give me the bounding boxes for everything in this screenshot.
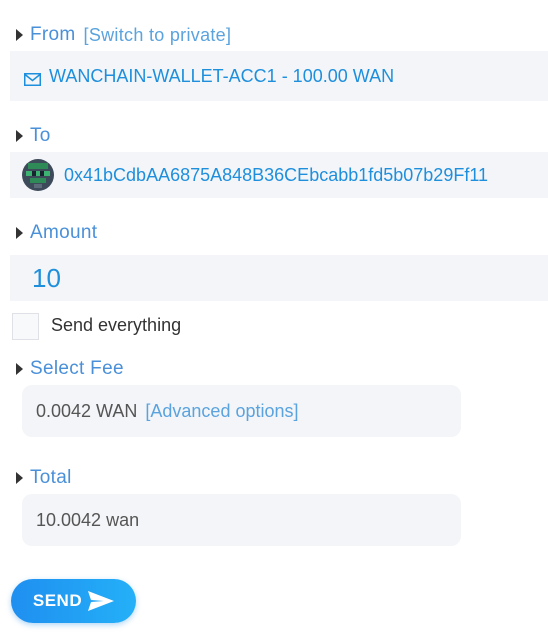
caret-right-icon bbox=[16, 363, 23, 375]
caret-right-icon bbox=[16, 227, 23, 239]
identicon-avatar bbox=[22, 159, 54, 191]
fee-label: Select Fee bbox=[30, 358, 124, 379]
to-label: To bbox=[30, 125, 51, 146]
caret-right-icon bbox=[16, 130, 23, 142]
send-everything-label[interactable]: Send everything bbox=[51, 315, 181, 336]
caret-right-icon bbox=[16, 29, 23, 41]
to-section-label: To bbox=[16, 125, 51, 147]
from-section-label: From [Switch to private] bbox=[16, 24, 231, 46]
from-label: From bbox=[30, 24, 76, 45]
total-display: 10.0042 wan bbox=[22, 494, 461, 546]
total-value: 10.0042 wan bbox=[36, 509, 140, 530]
send-button-label: SEND bbox=[32, 591, 83, 610]
total-label: Total bbox=[30, 467, 72, 488]
fee-display: 0.0042 WAN [Advanced options] bbox=[22, 385, 461, 437]
amount-value: 10 bbox=[32, 262, 61, 293]
to-address-text: 0x41bCdbAA6875A848B36CEbcabb1fd5b07b29Ff… bbox=[64, 164, 489, 185]
amount-section-label: Amount bbox=[16, 222, 97, 244]
from-account-select[interactable]: WANCHAIN-WALLET-ACC1 - 100.00 WAN bbox=[10, 51, 548, 101]
fee-section-label: Select Fee bbox=[16, 358, 124, 380]
send-button[interactable]: SEND bbox=[11, 579, 136, 623]
fee-value: 0.0042 WAN bbox=[36, 400, 138, 421]
amount-label: Amount bbox=[30, 222, 98, 243]
send-everything-checkbox[interactable] bbox=[12, 313, 39, 340]
to-address-field[interactable]: 0x41bCdbAA6875A848B36CEbcabb1fd5b07b29Ff… bbox=[10, 152, 548, 198]
total-section-label: Total bbox=[16, 467, 72, 489]
caret-right-icon bbox=[16, 472, 23, 484]
send-icon bbox=[88, 591, 115, 611]
from-account-text: WANCHAIN-WALLET-ACC1 - 100.00 WAN bbox=[49, 65, 395, 86]
amount-input[interactable]: 10 bbox=[10, 255, 548, 301]
advanced-options-link[interactable]: [Advanced options] bbox=[145, 401, 298, 422]
mail-icon bbox=[24, 70, 41, 86]
switch-to-private-link[interactable]: [Switch to private] bbox=[84, 25, 232, 46]
